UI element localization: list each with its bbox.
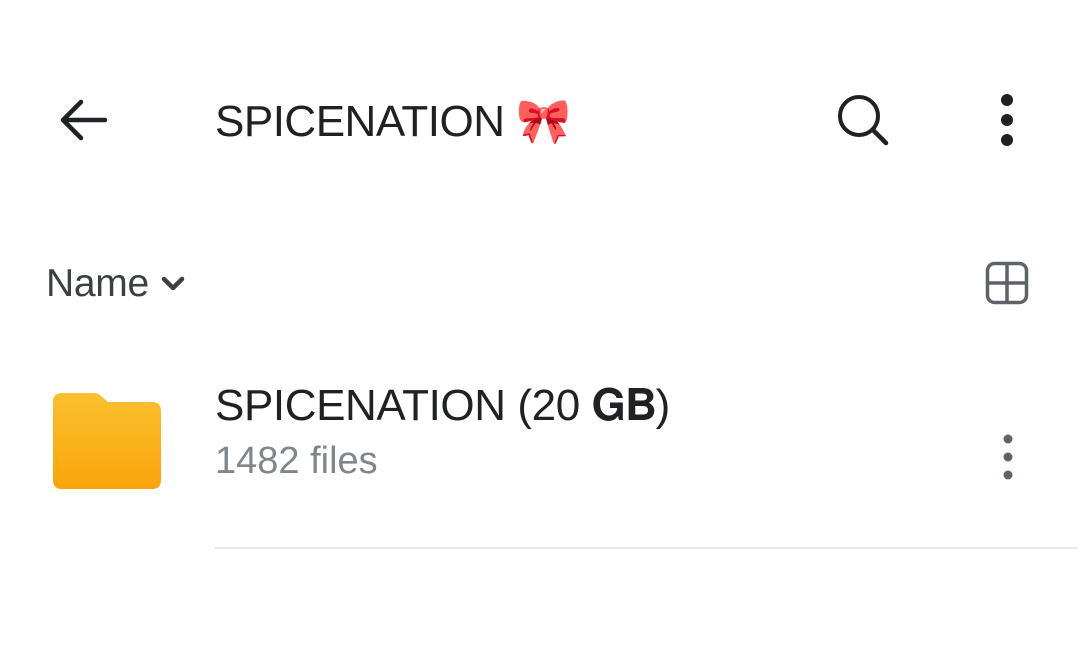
list-divider — [215, 547, 1078, 549]
more-vert-icon — [1001, 434, 1015, 485]
more-vert-icon — [997, 93, 1017, 151]
arrow-back-icon — [57, 98, 109, 147]
search-button[interactable] — [830, 92, 896, 152]
item-more-options-button[interactable] — [980, 428, 1036, 490]
more-options-button[interactable] — [978, 90, 1036, 154]
sort-by-button[interactable]: Name — [46, 258, 185, 310]
folder-name[interactable]: SPICENATION (20 𝐆𝐁) — [215, 380, 670, 432]
sort-label: Name — [46, 262, 149, 305]
search-icon — [836, 93, 890, 152]
folder-file-count: 1482 files — [215, 440, 378, 482]
back-button[interactable] — [50, 92, 116, 152]
page-title: SPICENATION 🎀 — [215, 97, 571, 146]
folder-icon[interactable] — [52, 392, 162, 490]
view-toggle-button[interactable] — [978, 256, 1036, 314]
grid-view-icon — [985, 261, 1029, 310]
chevron-down-icon — [161, 276, 185, 292]
